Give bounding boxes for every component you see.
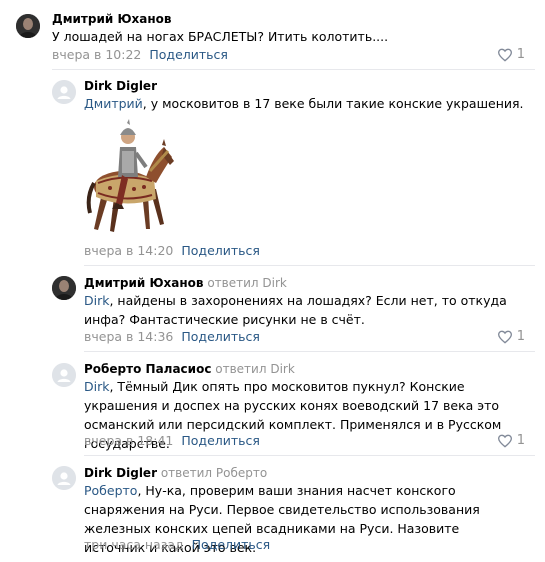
divider [84,351,535,352]
avatar-photo [16,14,40,38]
share-button[interactable]: Поделиться [181,433,260,448]
avatar[interactable] [52,363,76,387]
comment-author[interactable]: Дмитрий Юханов [52,12,172,26]
like-count: 1 [516,433,525,448]
comment-time[interactable]: вчера в 18:41 [84,433,173,448]
comment-time[interactable]: вчера в 10:22 [52,47,141,62]
comment-text: У лошадей на ногах БРАСЛЕТЫ? Итить колот… [52,29,389,44]
like-button[interactable]: 1 [497,433,525,449]
share-button[interactable]: Поделиться [181,243,260,258]
reply-mention[interactable]: Dirk [84,293,109,308]
like-count: 1 [516,47,525,62]
comment-text: Dirk, найдены в захоронениях на лошадях?… [84,291,524,329]
comment-text-body: , у московитов в 17 веке были такие конс… [142,96,524,111]
avatar-photo [52,276,76,300]
like-count: 1 [516,329,525,344]
divider [84,265,535,266]
avatar[interactable] [52,80,76,104]
divider [84,455,535,456]
divider [52,69,535,70]
horseman-image[interactable] [84,117,176,239]
comment-author[interactable]: Dirk Digler [84,466,157,480]
comment-author[interactable]: Роберто Паласиос [84,362,211,376]
replied-to[interactable]: ответил Dirk [215,362,295,376]
user-silhouette-icon [52,363,76,387]
user-silhouette-icon [52,80,76,104]
heart-icon [497,48,512,62]
reply-mention[interactable]: Роберто [84,483,137,498]
like-button[interactable]: 1 [497,47,525,63]
share-button[interactable]: Поделиться [192,537,271,552]
comment-time[interactable]: три часа назад [84,537,184,552]
avatar[interactable] [52,276,76,300]
comment-author[interactable]: Dirk Digler [84,79,157,93]
comment-time[interactable]: вчера в 14:20 [84,243,173,258]
comment-text: Дмитрий, у московитов в 17 веке были так… [84,94,524,113]
comment-time[interactable]: вчера в 14:36 [84,329,173,344]
avatar[interactable] [52,466,76,490]
user-silhouette-icon [52,466,76,490]
comment-text-body: , найдены в захоронениях на лошадях? Есл… [84,293,507,327]
replied-to[interactable]: ответил Роберто [161,466,267,480]
avatar[interactable] [16,14,40,38]
reply-mention[interactable]: Дмитрий [84,96,143,111]
reply-mention[interactable]: Dirk [84,379,109,394]
heart-icon [497,434,512,448]
heart-icon [497,330,512,344]
like-button[interactable]: 1 [497,329,525,345]
share-button[interactable]: Поделиться [181,329,260,344]
comment-author[interactable]: Дмитрий Юханов [84,276,204,290]
share-button[interactable]: Поделиться [149,47,228,62]
replied-to[interactable]: ответил Dirk [207,276,287,290]
